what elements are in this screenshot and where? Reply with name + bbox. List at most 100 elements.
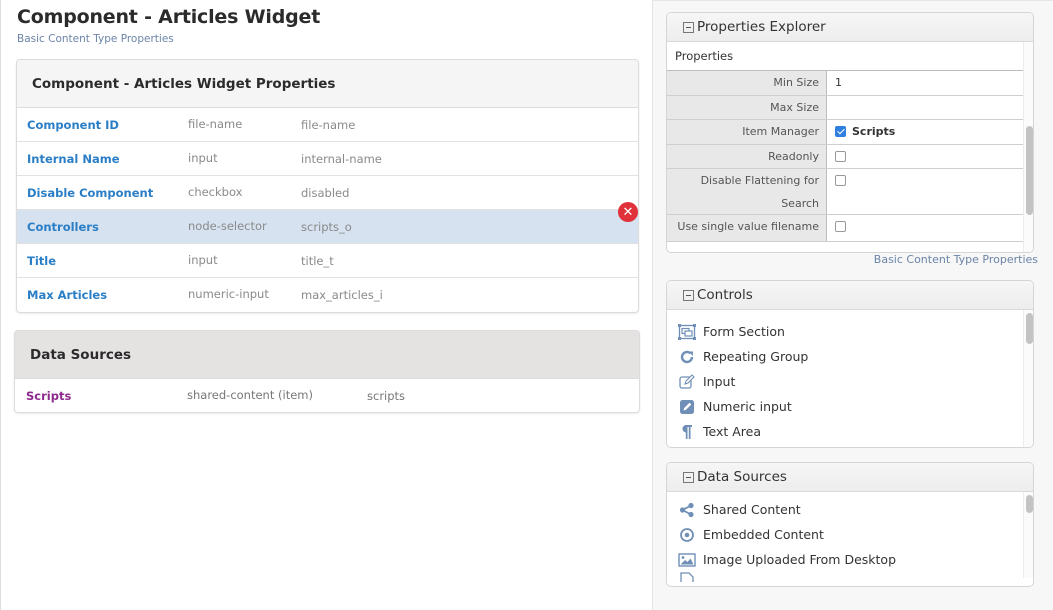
properties-explorer-header[interactable]: Properties Explorer: [667, 13, 1033, 42]
list-item[interactable]: Input: [667, 369, 1033, 394]
list-item-label: Form Section: [703, 324, 785, 339]
property-row: Readonly: [667, 145, 1025, 169]
checkbox-label: Scripts: [852, 125, 896, 138]
data-sources-scrollbar[interactable]: [1023, 492, 1033, 578]
field-id: scripts_o: [301, 220, 352, 234]
field-row[interactable]: Title input title_t: [17, 244, 638, 278]
field-id: disabled: [301, 186, 350, 200]
image-icon: [678, 552, 696, 568]
checkbox[interactable]: [835, 151, 846, 162]
controls-header[interactable]: Controls: [667, 281, 1033, 310]
property-row: Disable Flattening for Search: [667, 169, 1025, 215]
list-item[interactable]: Shared Content: [667, 497, 1033, 522]
property-row: Item Manager Scripts: [667, 120, 1025, 145]
form-section-icon: [678, 323, 696, 340]
section-heading[interactable]: Data Sources: [15, 331, 639, 379]
list-item-label: Text Area: [703, 424, 762, 439]
field-name: Controllers: [27, 220, 99, 234]
list-item-partial[interactable]: [667, 572, 1033, 582]
field-type: file-name: [188, 117, 243, 131]
field-id: file-name: [301, 118, 356, 132]
field-row[interactable]: Max Articles numeric-input max_articles_i: [17, 278, 638, 312]
properties-table: Min Size 1 Max Size Item Manager Scripts Read…: [667, 71, 1025, 242]
list-item[interactable]: Form Section: [667, 319, 1033, 344]
field-row[interactable]: Disable Component checkbox disabled: [17, 176, 638, 210]
checkbox[interactable]: [835, 175, 846, 186]
field-type: checkbox: [188, 185, 243, 199]
field-row[interactable]: Internal Name input internal-name: [17, 142, 638, 176]
properties-scrollbar[interactable]: [1023, 42, 1033, 252]
field-list: Component ID file-name file-name Internal N…: [17, 108, 638, 312]
data-source-name: Scripts: [26, 389, 72, 403]
page-subtitle[interactable]: Basic Content Type Properties: [17, 33, 174, 45]
collapse-icon[interactable]: [683, 471, 694, 483]
field-type: input: [188, 253, 218, 267]
scrollbar-thumb[interactable]: [1026, 313, 1033, 344]
property-value[interactable]: [827, 169, 1025, 214]
scrollbar-thumb[interactable]: [1026, 495, 1033, 513]
property-value[interactable]: Scripts: [827, 120, 1025, 144]
page-title: Component - Articles Widget: [17, 6, 321, 28]
property-row: Min Size 1: [667, 71, 1025, 96]
checkbox-checked[interactable]: [835, 126, 846, 137]
properties-explorer-panel: Properties Explorer Properties Min Size 1…: [666, 12, 1034, 253]
list-item[interactable]: Repeating Group: [667, 344, 1033, 369]
list-item[interactable]: Numeric input: [667, 394, 1033, 419]
list-item-label: Shared Content: [703, 502, 801, 517]
field-row[interactable]: Component ID file-name file-name: [17, 108, 638, 142]
list-item[interactable]: Text Area: [667, 419, 1033, 444]
field-name: Disable Component: [27, 186, 154, 200]
data-sources-panel: Data Sources Shared Content Embedded Cont…: [666, 462, 1034, 587]
section-heading[interactable]: Component - Articles Widget Properties: [17, 60, 638, 108]
field-id: title_t: [301, 254, 334, 268]
list-item-label: Image Uploaded From Desktop: [703, 552, 897, 567]
repeat-icon: [678, 349, 696, 365]
controls-scrollbar[interactable]: [1023, 310, 1033, 447]
data-source-row[interactable]: Scripts shared-content (item) scripts: [15, 379, 639, 412]
form-canvas: Component - Articles Widget Basic Conten…: [0, 0, 653, 610]
component-properties-section[interactable]: Component - Articles Widget Properties C…: [16, 59, 639, 313]
property-row: Max Size: [667, 96, 1025, 120]
basic-content-type-link[interactable]: Basic Content Type Properties: [874, 253, 1038, 266]
scrollbar-thumb[interactable]: [1026, 126, 1033, 215]
collapse-icon[interactable]: [683, 21, 694, 33]
right-sidebar: Properties Explorer Properties Min Size 1…: [653, 0, 1053, 610]
panel-title: Properties Explorer: [697, 19, 826, 35]
field-name: Internal Name: [27, 152, 120, 166]
property-value[interactable]: [827, 96, 1025, 119]
property-value[interactable]: 1: [827, 71, 1025, 95]
property-value[interactable]: [827, 215, 1025, 241]
checkbox[interactable]: [835, 221, 846, 232]
collapse-icon[interactable]: [683, 289, 694, 301]
field-name: Component ID: [27, 118, 119, 132]
data-sources-header[interactable]: Data Sources: [667, 463, 1033, 492]
property-input[interactable]: 1: [835, 71, 842, 95]
field-type: input: [188, 151, 218, 165]
property-row: Use single value filename: [667, 215, 1025, 242]
property-label: Use single value filename: [667, 215, 827, 241]
field-type: node-selector: [188, 219, 267, 233]
controls-panel: Controls Form Section Repeating Group Inpu…: [666, 280, 1034, 448]
property-label: Item Manager: [667, 120, 827, 144]
field-type: numeric-input: [188, 287, 269, 301]
property-value[interactable]: [827, 145, 1025, 168]
panel-title: Data Sources: [697, 469, 787, 485]
data-source-list: Scripts shared-content (item) scripts: [15, 379, 639, 412]
document-icon: [678, 572, 696, 582]
list-item-label: Embedded Content: [703, 527, 824, 542]
paragraph-icon: [678, 424, 696, 440]
field-id: internal-name: [301, 152, 382, 166]
panel-title: Controls: [697, 287, 753, 303]
list-item[interactable]: Embedded Content: [667, 522, 1033, 547]
delete-field-button[interactable]: ✕: [618, 202, 638, 222]
list-item[interactable]: Image Uploaded From Desktop: [667, 547, 1033, 572]
edit-outline-icon: [678, 373, 696, 390]
data-sources-section[interactable]: Data Sources Scripts shared-content (item…: [14, 330, 640, 413]
target-icon: [678, 527, 696, 543]
data-source-type: shared-content (item): [187, 388, 313, 402]
edit-filled-icon: [678, 399, 696, 415]
close-circle-icon: ✕: [622, 204, 634, 220]
property-label: Readonly: [667, 145, 827, 168]
field-row[interactable]: Controllers node-selector scripts_o: [17, 210, 638, 244]
list-item-label: Input: [703, 374, 736, 389]
